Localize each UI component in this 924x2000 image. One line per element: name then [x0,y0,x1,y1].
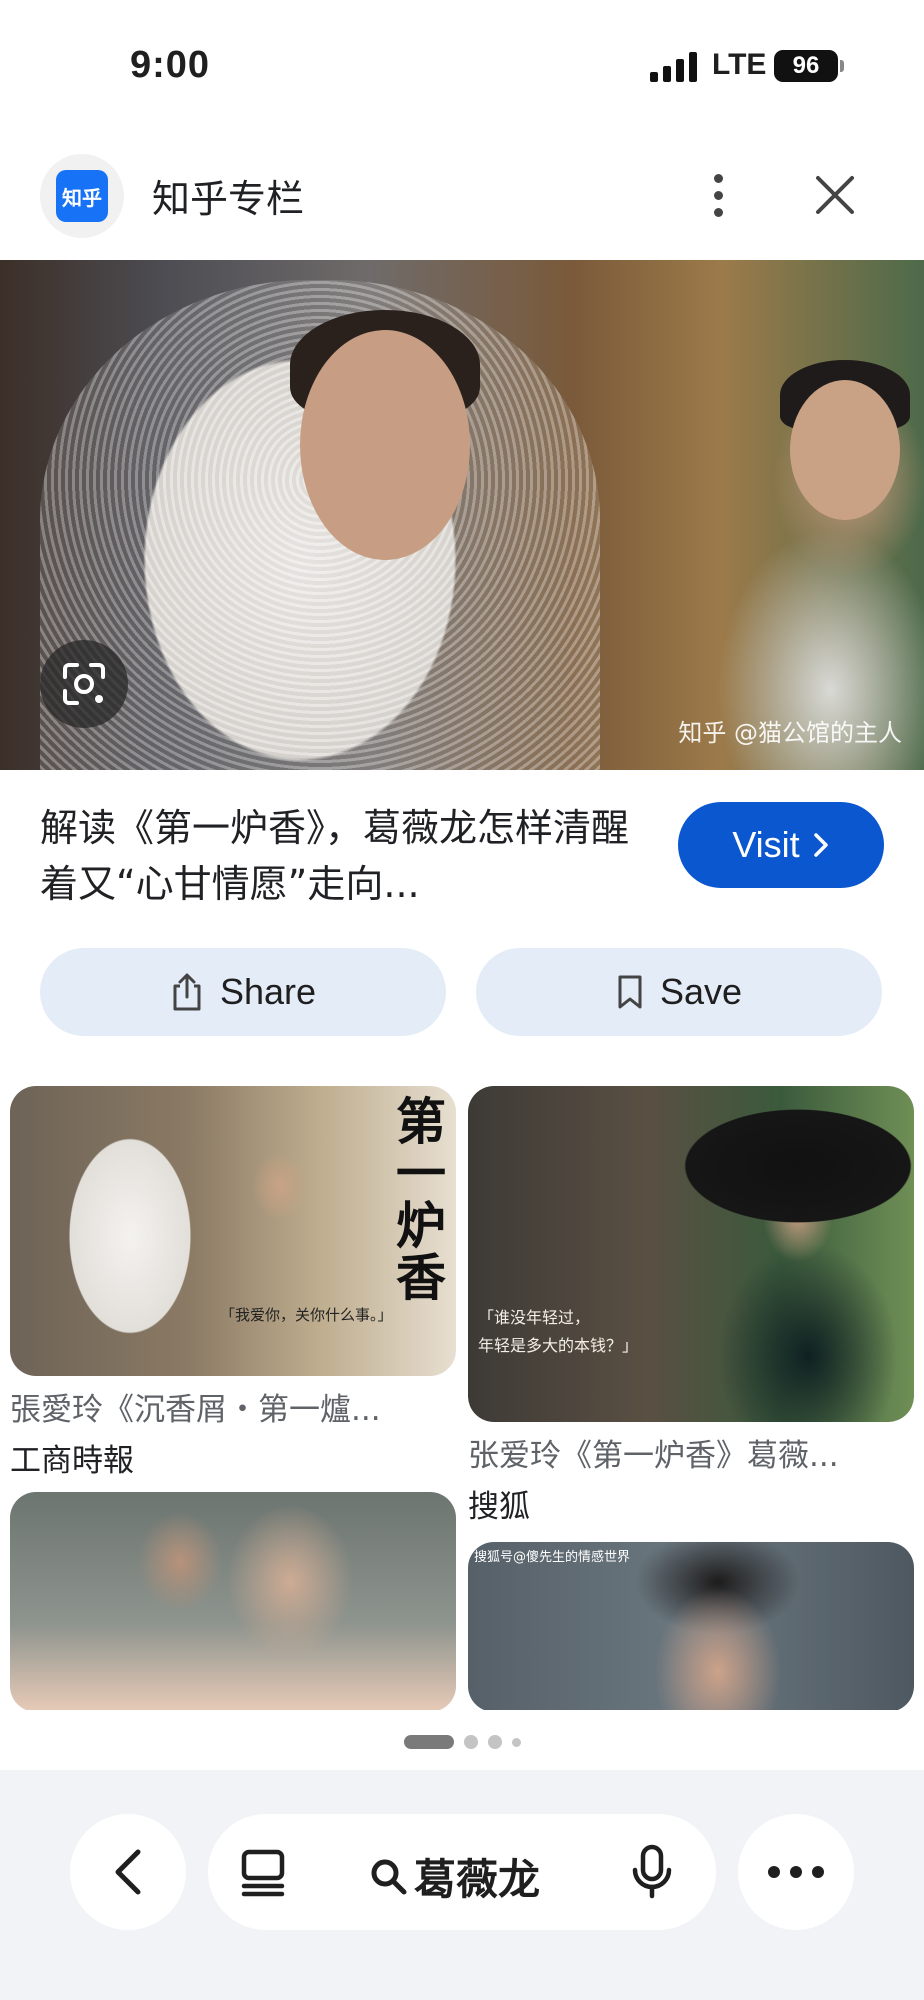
zhihu-logo-icon: 知乎 [56,170,108,222]
tabs-icon[interactable] [238,1846,288,1898]
visit-button[interactable]: Visit [678,802,884,888]
related-image[interactable]: 搜狐号@傻先生的情感世界 [468,1542,914,1712]
status-bar: 9:00 LTE 96 [0,0,924,130]
share-icon [173,973,201,1011]
search-bar[interactable]: 葛薇龙 [208,1814,716,1930]
face [300,330,470,560]
poster-quote: 「谁没年轻过， 年轻是多大的本钱？」 [478,1308,639,1355]
microphone-icon[interactable] [630,1844,674,1900]
related-image[interactable] [10,1492,456,1712]
poster-quote: 「我爱你，关你什么事。」 [220,1306,393,1324]
related-caption: 张爱玲《第一炉香》葛薇... [468,1438,839,1474]
back-button[interactable] [70,1814,186,1930]
background-person [790,380,900,520]
dot [713,207,723,217]
related-source: 搜狐 [468,1489,530,1525]
dot [713,173,723,183]
page-dot [487,1735,502,1749]
source-favicon[interactable]: 知乎 [40,154,124,238]
battery-tip [840,60,844,72]
related-card-1[interactable]: 第一炉香 「我爱你，关你什么事。」 張愛玲《沉香屑・第一爐... 工商時報 [10,1086,456,1480]
related-image[interactable]: 「谁没年轻过， 年轻是多大的本钱？」 [468,1086,914,1422]
share-button[interactable]: Share [40,948,446,1036]
search-query-text: 葛薇龙 [414,1855,541,1904]
lens-icon [63,663,105,705]
page-dot [463,1735,478,1749]
save-label: Save [659,971,743,1012]
more-horizontal-icon [768,1866,824,1878]
status-time: 9:00 [130,44,211,86]
close-icon[interactable] [800,166,870,226]
chevron-right-icon [813,833,828,857]
page-dot-active [403,1735,454,1749]
related-card-4[interactable]: 搜狐号@傻先生的情感世界 [468,1542,914,1712]
related-source: 工商時報 [10,1443,134,1479]
more-menu-button[interactable] [738,1814,854,1930]
page-dot [511,1737,521,1747]
image-watermark: 搜狐号@傻先生的情感世界 [474,1550,631,1565]
share-label: Share [219,971,317,1012]
related-card-2[interactable]: 「谁没年轻过， 年轻是多大的本钱？」 张爱玲《第一炉香》葛薇... 搜狐 [468,1086,914,1526]
source-name[interactable]: 知乎专栏 [152,168,304,223]
chevron-left-icon [115,1849,141,1895]
network-label: LTE [712,48,767,81]
google-lens-button[interactable] [40,640,128,728]
search-icon [371,1859,407,1894]
related-card-3[interactable] [10,1492,456,1712]
search-query[interactable]: 葛薇龙 [370,1846,540,1907]
source-header: 知乎 知乎专栏 [0,140,924,260]
more-options-button[interactable] [690,160,746,230]
related-image[interactable]: 第一炉香 「我爱你，关你什么事。」 [10,1086,456,1376]
hero-image[interactable]: 知乎 @猫公馆的主人 [0,260,924,770]
battery-icon: 96 [774,50,838,82]
poster-title: 第一炉香 [396,1092,446,1307]
signal-icon [650,52,697,82]
save-button[interactable]: Save [476,948,882,1036]
bookmark-icon [618,975,642,1009]
image-watermark: 知乎 @猫公馆的主人 [678,719,902,747]
page-indicator [0,1730,924,1754]
dot [713,190,723,200]
related-caption: 張愛玲《沉香屑・第一爐... [10,1392,381,1428]
result-title[interactable]: 解读《第一炉香》，葛薇龙怎样清醒着又“心甘情愿”走向... [40,800,640,912]
visit-label: Visit [732,824,800,865]
